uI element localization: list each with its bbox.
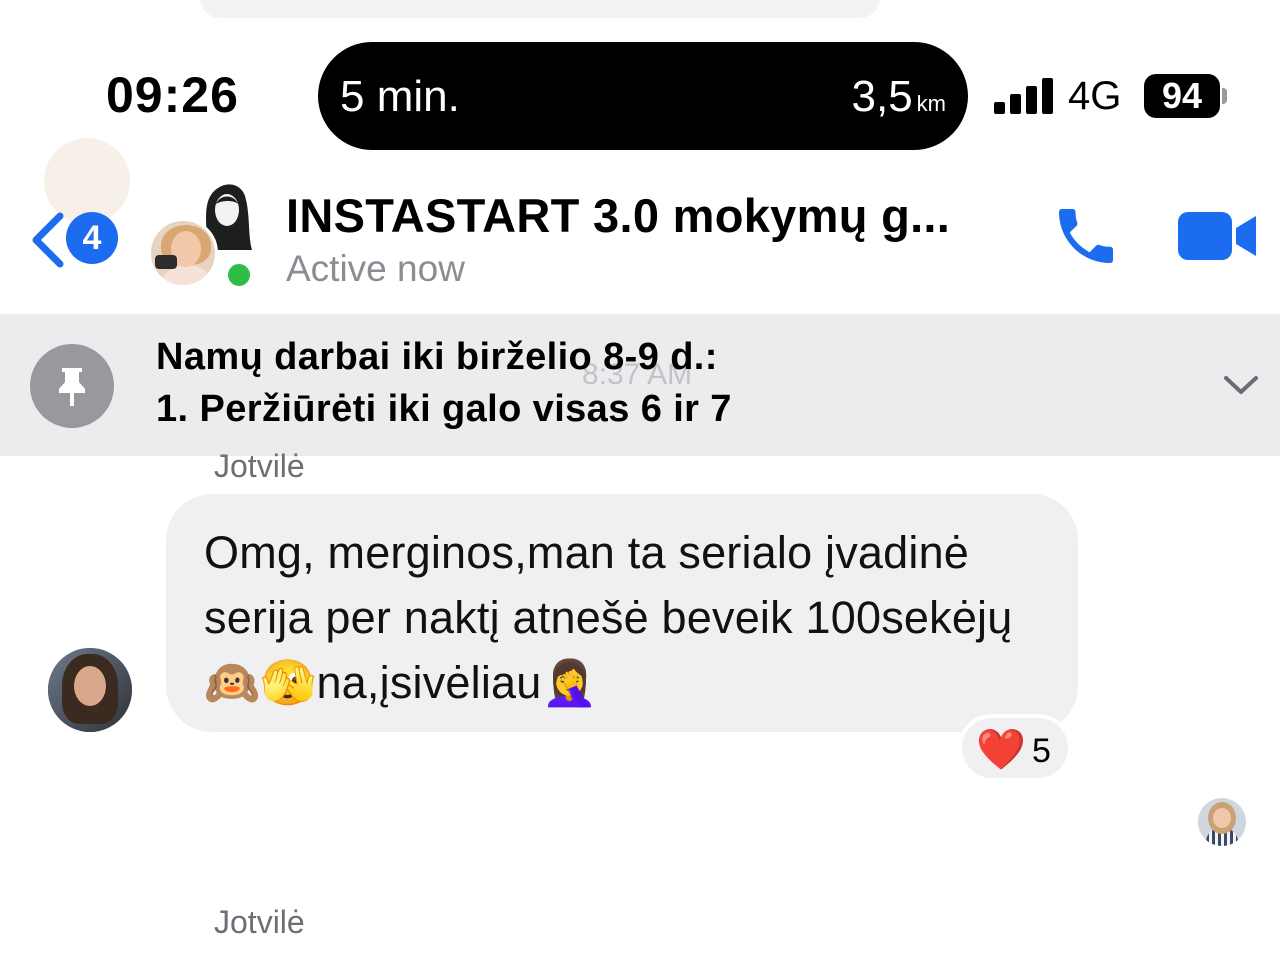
reaction-count: 5 xyxy=(1032,732,1051,770)
dynamic-island-navigation[interactable]: 5 min. 3,5 km xyxy=(318,42,968,150)
chat-active-status: Active now xyxy=(286,248,465,289)
battery-level: 94 xyxy=(1161,75,1203,116)
message-reactions[interactable]: ❤️ 5 xyxy=(958,714,1072,782)
message-text: Omg, merginos,man ta serialo įvadinė ser… xyxy=(204,527,1013,708)
chat-title[interactable]: INSTASTART 3.0 mokymų g... xyxy=(286,188,950,243)
chevron-down-icon[interactable] xyxy=(1222,374,1260,398)
chevron-left-icon xyxy=(32,212,64,268)
audio-call-button[interactable] xyxy=(1050,200,1130,274)
message-sender-name: Jotvilė xyxy=(214,904,305,940)
unread-count-badge: 4 xyxy=(66,212,118,264)
back-button[interactable]: 4 xyxy=(24,204,124,270)
navigation-eta: 5 min. xyxy=(340,72,460,121)
video-camera-icon xyxy=(1178,212,1256,260)
navigation-distance-unit: km xyxy=(916,91,946,116)
navigation-distance-value: 3,5 xyxy=(851,72,913,121)
pinned-message-banner[interactable]: 8:37 AM Namų darbai iki birželio 8-9 d.:… xyxy=(0,314,1280,456)
message-bubble[interactable]: Omg, merginos,man ta serialo įvadinė ser… xyxy=(166,494,1078,732)
network-type: 4G xyxy=(1068,74,1122,118)
group-avatar[interactable] xyxy=(146,180,258,292)
status-time: 09:26 xyxy=(106,67,239,123)
online-status-indicator xyxy=(224,260,254,290)
pinned-message-line-2: 1. Peržiūrėti iki galo visas 6 ir 7 xyxy=(156,388,732,430)
scrolled-message-ghost xyxy=(200,0,880,18)
sender-avatar[interactable] xyxy=(48,648,132,732)
battery-tip xyxy=(1222,88,1227,104)
phone-icon xyxy=(1059,209,1113,263)
battery-icon: 94 xyxy=(1144,74,1220,118)
read-receipt-avatar xyxy=(1198,798,1246,846)
avatar-primary xyxy=(148,218,218,288)
message-sender-name: Jotvilė xyxy=(214,448,305,484)
cellular-signal-icon xyxy=(994,78,1056,114)
pinned-message-line-1: Namų darbai iki birželio 8-9 d.: xyxy=(156,336,718,378)
navigation-distance: 3,5 km xyxy=(852,72,947,122)
video-call-button[interactable] xyxy=(1176,208,1262,268)
heart-reaction-icon: ❤️ xyxy=(976,728,1026,772)
pin-icon xyxy=(30,344,114,428)
